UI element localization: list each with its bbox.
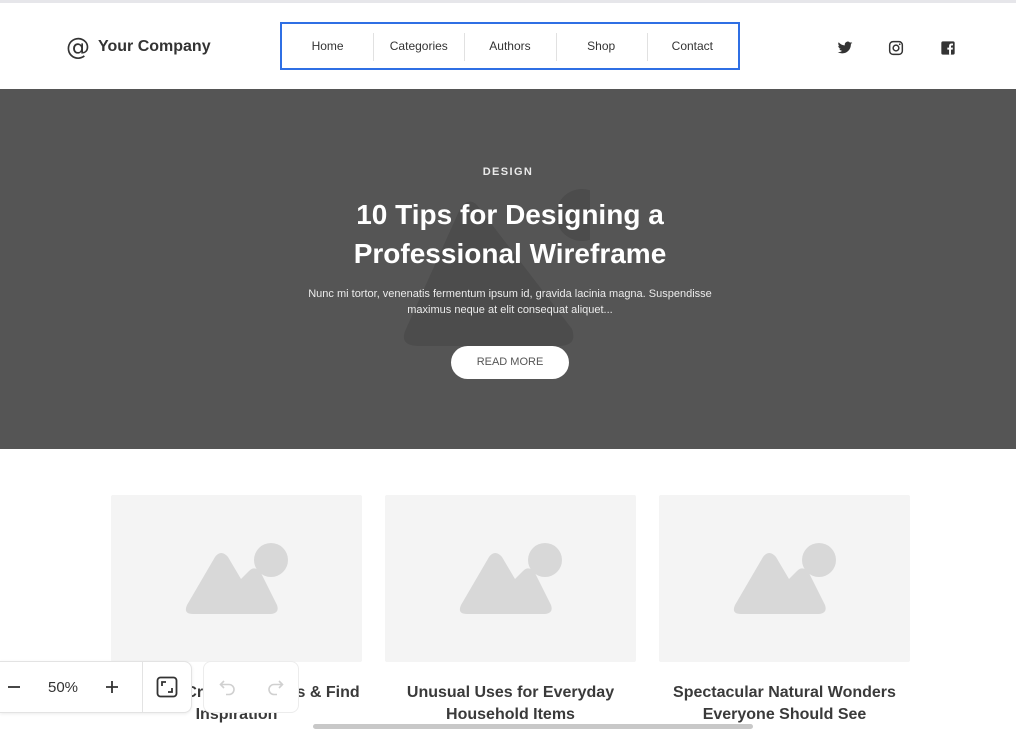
read-more-button[interactable]: READ MORE: [451, 346, 569, 379]
post-card[interactable]: Spectacular Natural Wonders Everyone Sho…: [659, 495, 910, 726]
fit-screen-icon: [156, 676, 177, 698]
post-card[interactable]: Unusual Uses for Everyday Household Item…: [385, 495, 636, 726]
hero-banner: DESIGN 10 Tips for Designing a Professio…: [0, 89, 1016, 449]
at-sign-icon: @: [66, 33, 90, 61]
card-image: [659, 495, 910, 662]
facebook-icon[interactable]: [940, 40, 956, 56]
nav-item-shop[interactable]: Shop: [555, 33, 647, 61]
card-image: [111, 495, 362, 662]
nav-item-authors[interactable]: Authors: [464, 33, 555, 61]
undo-icon[interactable]: [218, 677, 238, 697]
zoom-out-button[interactable]: [0, 662, 28, 712]
hero-category: DESIGN: [482, 166, 534, 178]
image-placeholder-icon: [459, 543, 562, 614]
nav-item-home[interactable]: Home: [282, 39, 373, 53]
card-title: Spectacular Natural Wonders Everyone Sho…: [673, 684, 896, 723]
site-header: @ Your Company Home Categories Authors S…: [0, 3, 1016, 89]
instagram-icon[interactable]: [888, 40, 904, 56]
plus-icon: [106, 681, 118, 693]
redo-icon[interactable]: [265, 677, 285, 697]
zoom-in-button[interactable]: [98, 662, 126, 712]
history-controls: [203, 661, 299, 713]
horizontal-scrollbar[interactable]: [313, 724, 753, 729]
card-image: [385, 495, 636, 662]
card-title: Unusual Uses for Everyday Household Item…: [406, 684, 615, 723]
nav-item-contact[interactable]: Contact: [646, 33, 738, 61]
zoom-level: 50%: [47, 678, 79, 696]
nav-item-categories[interactable]: Categories: [373, 33, 464, 61]
zoom-toolbar: 50%: [0, 661, 192, 713]
minus-icon: [8, 686, 20, 688]
hero-title: 10 Tips for Designing a Professional Wir…: [353, 199, 667, 269]
fit-to-screen-button[interactable]: [143, 662, 190, 712]
hero-excerpt: Nunc mi tortor, venenatis fermentum ipsu…: [308, 288, 712, 316]
brand-name: Your Company: [98, 38, 211, 55]
brand-logo[interactable]: @ Your Company: [66, 35, 211, 59]
twitter-icon[interactable]: [837, 40, 853, 56]
image-placeholder-icon: [185, 543, 288, 614]
image-placeholder-icon: [733, 543, 836, 614]
main-nav: Home Categories Authors Shop Contact: [280, 22, 740, 70]
